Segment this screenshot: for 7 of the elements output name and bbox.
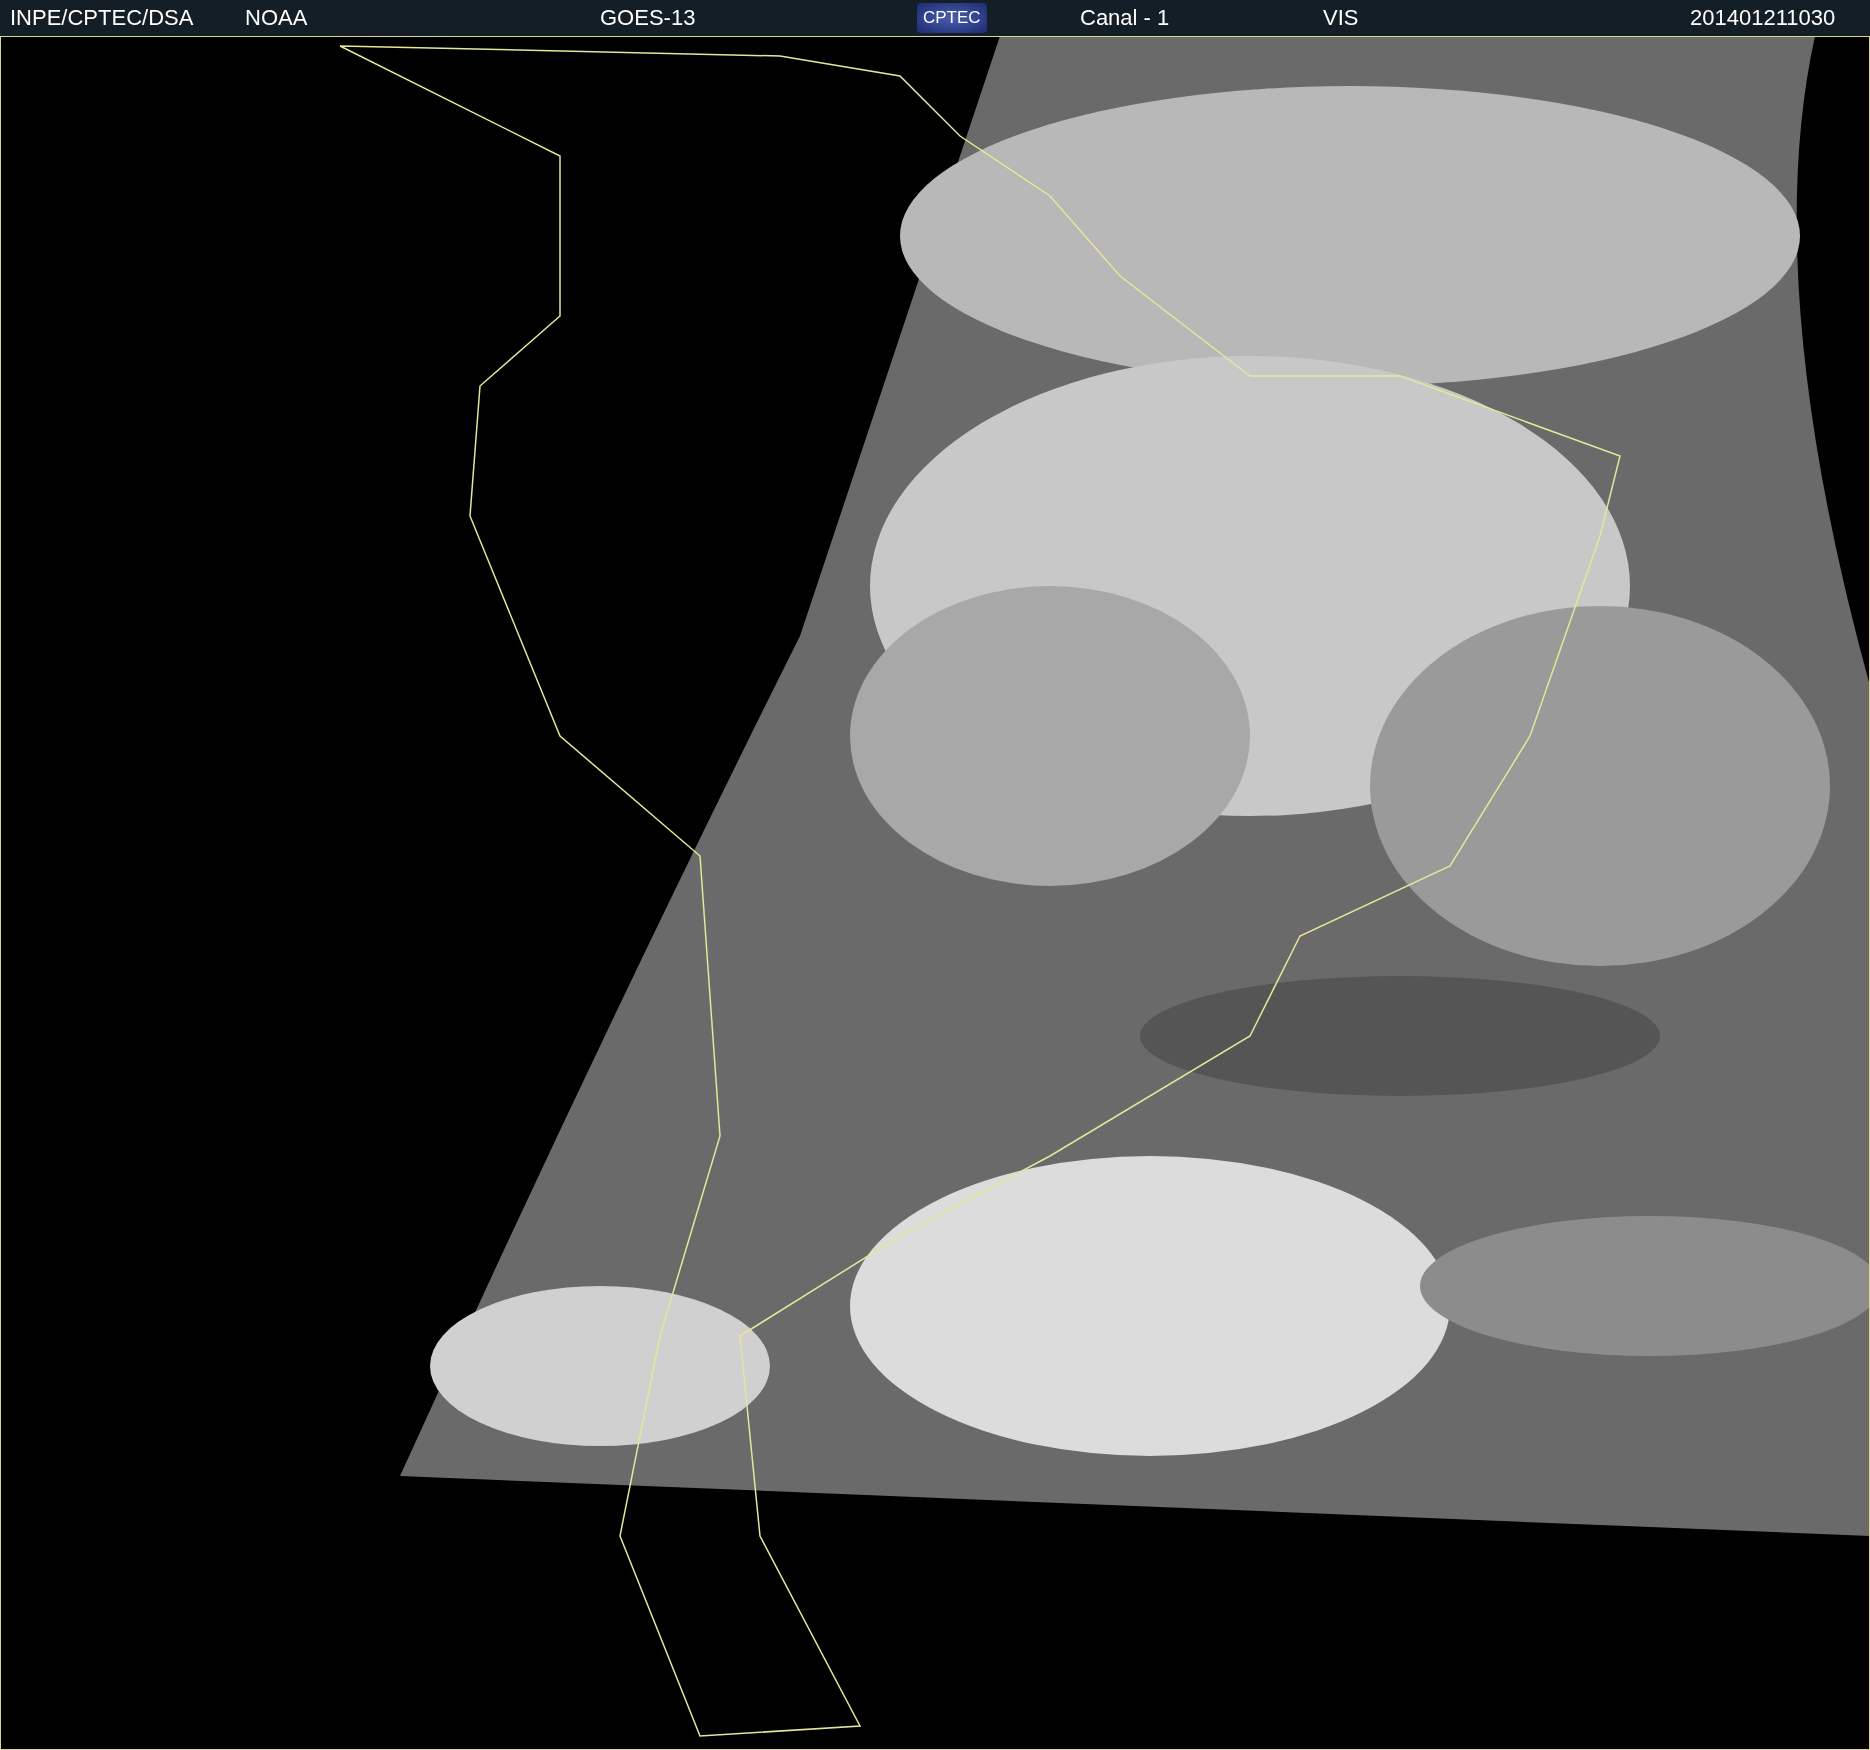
header-label: GOES-13 — [600, 5, 697, 31]
header-label: 201401211030 — [1690, 5, 1836, 31]
header-label: INPE/CPTEC/DSA — [10, 5, 195, 31]
header-label: VIS — [1323, 5, 1360, 31]
logo: CPTEC — [917, 3, 987, 33]
header-label: Canal - 1 — [1080, 5, 1171, 31]
header-label: NOAA — [245, 5, 309, 31]
